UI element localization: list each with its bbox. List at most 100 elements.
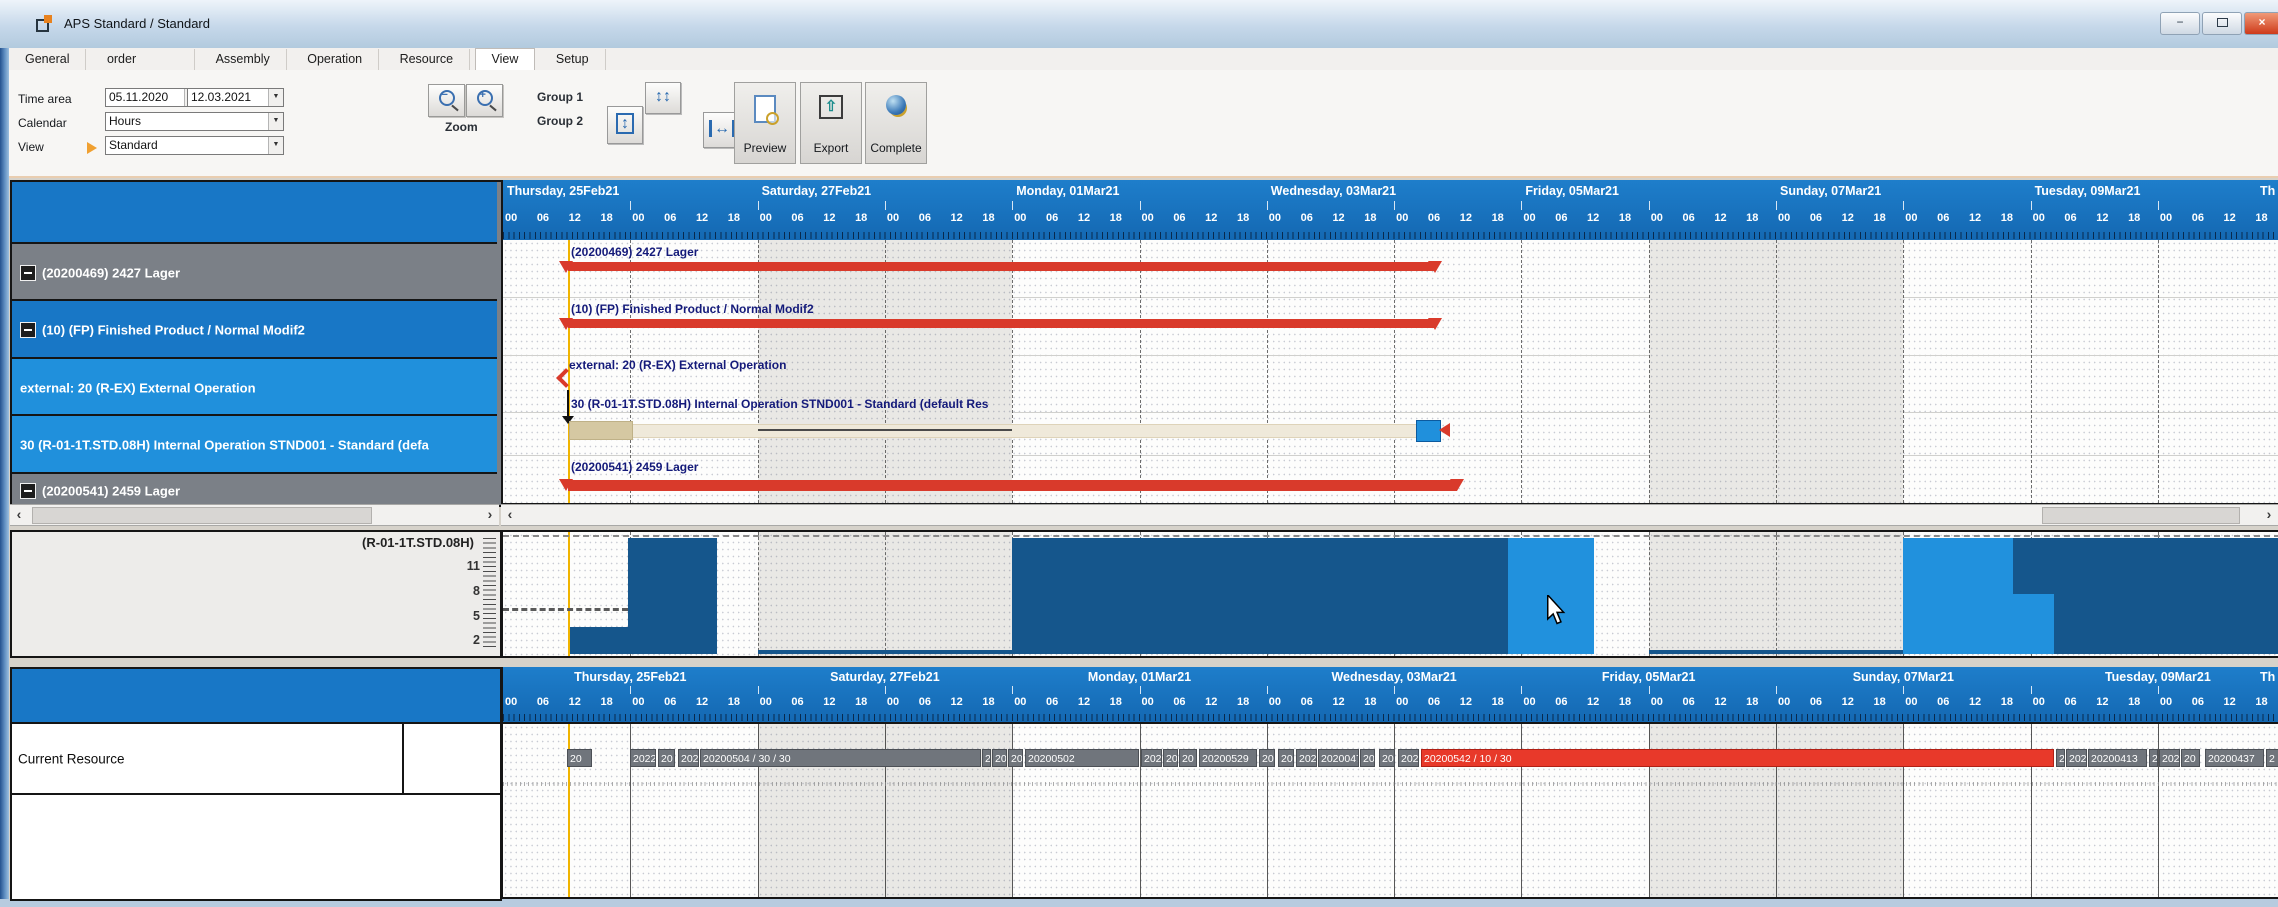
- maximize-button[interactable]: [2202, 12, 2242, 35]
- schedule-block[interactable]: 20: [992, 749, 1007, 767]
- timeline-hour-label: 18: [1108, 696, 1142, 708]
- schedule-block[interactable]: 2: [2266, 749, 2278, 767]
- order-bar-20200541[interactable]: [568, 480, 1457, 491]
- collapse-icon[interactable]: [20, 483, 36, 499]
- close-button[interactable]: ×: [2244, 12, 2278, 35]
- internal-op-duration-bar[interactable]: [631, 424, 1419, 438]
- schedule-block[interactable]: 20: [1179, 749, 1197, 767]
- timeline-hour-label: 18: [2126, 696, 2160, 708]
- minimize-button[interactable]: −: [2160, 12, 2200, 35]
- tab-order[interactable]: order: [91, 49, 195, 70]
- timeline-hour-label: 00: [1140, 696, 1174, 708]
- timeline-hour-label: 18: [853, 212, 887, 224]
- left-panel-hscrollbar[interactable]: ‹ ›: [10, 504, 499, 526]
- tab-general[interactable]: General: [9, 49, 86, 70]
- timeline-hour-label: 06: [535, 696, 569, 708]
- schedule-block[interactable]: 2020047: [1318, 749, 1359, 767]
- schedule-block[interactable]: 20: [1259, 749, 1275, 767]
- preview-button[interactable]: Preview: [734, 82, 796, 164]
- gantt-row-order-20200541[interactable]: (20200541) 2459 Lager: [12, 472, 497, 507]
- internal-op-setup-bar[interactable]: [569, 421, 633, 440]
- schedule-block[interactable]: 2: [2056, 749, 2065, 767]
- schedule-block[interactable]: 20: [2181, 749, 2200, 767]
- timeline-hour-label: 00: [2031, 696, 2065, 708]
- day-separator: [1521, 240, 1522, 503]
- view-select[interactable]: Standard▼: [105, 136, 284, 155]
- schedule-block[interactable]: 202: [1296, 749, 1317, 767]
- day-separator: [885, 793, 886, 897]
- scrollbar-thumb[interactable]: [32, 507, 372, 524]
- chevron-down-icon[interactable]: ▼: [268, 137, 283, 154]
- zoom-in-button[interactable]: +: [466, 84, 503, 117]
- collapse-icon[interactable]: [20, 265, 36, 281]
- chevron-down-icon[interactable]: ▼: [268, 113, 283, 130]
- timeline-hour-label: 18: [2253, 696, 2278, 708]
- gantt-row-order-20200469[interactable]: (20200469) 2427 Lager: [12, 242, 497, 301]
- export-button[interactable]: ⇧ Export: [800, 82, 862, 164]
- schedule-block[interactable]: 20: [1360, 749, 1375, 767]
- day-tick: [2031, 201, 2032, 210]
- schedule-block[interactable]: 20200437: [2205, 749, 2264, 767]
- schedule-block[interactable]: 20200504 / 30 / 30: [700, 749, 981, 767]
- tab-view[interactable]: View: [475, 48, 536, 72]
- internal-op-end-block[interactable]: [1416, 420, 1441, 442]
- time-to-select[interactable]: 12.03.2021▼: [187, 88, 284, 107]
- schedule-block[interactable]: 20: [1008, 749, 1023, 767]
- schedule-block[interactable]: 20200502: [1025, 749, 1139, 767]
- collapse-icon[interactable]: [20, 322, 36, 338]
- schedule-block[interactable]: 20200542 / 10 / 30: [1421, 749, 2054, 767]
- gantt-hscrollbar[interactable]: ‹ ›: [501, 504, 2278, 526]
- day-tick: [1267, 201, 1268, 210]
- timeline-day-label: Friday, 05Mar21: [1521, 183, 1780, 200]
- gantt-row-product-10[interactable]: (10) (FP) Finished Product / Normal Modi…: [12, 299, 497, 359]
- schedule-block[interactable]: 202: [1398, 749, 1419, 767]
- chevron-down-icon[interactable]: ▼: [268, 89, 283, 106]
- calendar-select[interactable]: Hours▼: [105, 112, 284, 131]
- gantt-row-external-op[interactable]: external: 20 (R-EX) External Operation: [12, 357, 497, 416]
- schedule-block[interactable]: 20: [1278, 749, 1294, 767]
- timeline-day-label: Wednesday, 03Mar21: [1267, 669, 1522, 686]
- timeline-hour-label: 18: [853, 696, 887, 708]
- timeline-hour-label: 00: [1012, 212, 1046, 224]
- scrollbar-thumb[interactable]: [2042, 507, 2240, 524]
- title-bar[interactable]: APS Standard / Standard − ×: [0, 0, 2278, 49]
- schedule-block[interactable]: 20: [658, 749, 675, 767]
- tab-assembly[interactable]: Assembly: [200, 49, 287, 70]
- schedule-block[interactable]: 202: [678, 749, 699, 767]
- timeline-hour-label: 00: [885, 696, 919, 708]
- schedule-block[interactable]: 202: [2066, 749, 2087, 767]
- schedule-block[interactable]: 202: [2159, 749, 2180, 767]
- scroll-right-icon[interactable]: ›: [2260, 505, 2278, 525]
- current-resource-cell[interactable]: Current Resource: [10, 722, 502, 795]
- scroll-left-icon[interactable]: ‹: [10, 505, 28, 525]
- timeline-hour-label: 18: [598, 212, 632, 224]
- schedule-block[interactable]: 20200413: [2088, 749, 2147, 767]
- time-from-select[interactable]: 05.11.2020▼: [105, 88, 200, 107]
- gantt-row-internal-op[interactable]: 30 (R-01-1T.STD.08H) Internal Operation …: [12, 414, 497, 474]
- schedule-block[interactable]: 20: [1163, 749, 1178, 767]
- tab-setup[interactable]: Setup: [540, 49, 606, 70]
- timeline-hour-label: 18: [1490, 212, 1524, 224]
- order-bar-20200469[interactable]: [568, 262, 1435, 271]
- scroll-right-icon[interactable]: ›: [481, 505, 499, 525]
- schedule-block[interactable]: 20: [567, 749, 592, 767]
- schedule-block[interactable]: 2: [2149, 749, 2158, 767]
- schedule-block[interactable]: 2022: [630, 749, 656, 767]
- load-segment: [628, 538, 717, 654]
- scroll-left-icon[interactable]: ‹: [501, 505, 519, 525]
- view-label: View: [18, 140, 44, 154]
- timeline-hour-label: 00: [503, 696, 537, 708]
- group2-sort-button[interactable]: ↕: [607, 106, 643, 144]
- timeline-hour-label: 18: [980, 212, 1014, 224]
- timeline-hour-label: 12: [2094, 212, 2128, 224]
- schedule-block[interactable]: 20: [1379, 749, 1395, 767]
- complete-button[interactable]: Complete: [865, 82, 927, 164]
- tab-operation[interactable]: Operation: [291, 49, 379, 70]
- schedule-block[interactable]: 2: [982, 749, 991, 767]
- schedule-block[interactable]: 20200529: [1199, 749, 1257, 767]
- tab-resource[interactable]: Resource: [384, 49, 471, 70]
- product-bar-10[interactable]: [568, 319, 1435, 328]
- schedule-block[interactable]: 202: [1141, 749, 1162, 767]
- zoom-out-button[interactable]: −: [428, 84, 465, 117]
- group1-sort-button[interactable]: ↕↕: [645, 82, 681, 114]
